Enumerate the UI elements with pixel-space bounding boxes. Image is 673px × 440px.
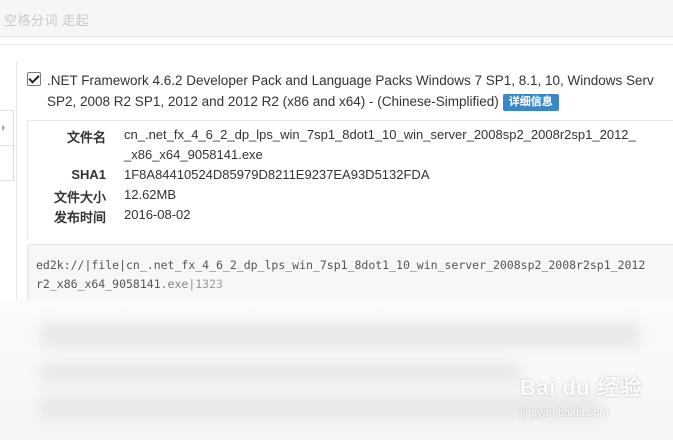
details-button[interactable]: 详细信息: [502, 94, 559, 111]
baidu-watermark: Bai du 经验 jingyan.baidu.com: [520, 370, 670, 432]
blurred-block: [40, 322, 640, 348]
file-info-panel: 文件名 cn_.net_fx_4_6_2_dp_lps_win_7sp1_8do…: [27, 120, 673, 239]
header-divider: [0, 44, 673, 45]
blurred-block: [40, 396, 600, 420]
top-header: 空格分词 走起: [0, 0, 673, 37]
download-item: .NET Framework 4.6.2 Developer Pack and …: [16, 62, 673, 322]
item-checkbox[interactable]: [27, 72, 41, 86]
blurred-block: [40, 362, 520, 384]
ed2k-link-line1[interactable]: ed2k://|file|cn_.net_fx_4_6_2_dp_lps_win…: [36, 258, 645, 272]
filename-value-line2: _x86_x64_9058141.exe: [124, 147, 263, 162]
sha1-value: 1F8A84410524D85979D8211E9237EA93D5132FDA: [124, 167, 430, 182]
size-label: 文件大小: [53, 190, 106, 205]
sidebar-partial-icon: ◗: [0, 122, 7, 134]
item-title: .NET Framework 4.6.2 Developer Pack and …: [47, 70, 673, 112]
item-title-line1: .NET Framework 4.6.2 Developer Pack and …: [47, 73, 654, 88]
sha1-label: SHA1: [71, 167, 106, 182]
link-blur-overlay: [158, 273, 673, 295]
date-value: 2016-08-02: [124, 207, 191, 222]
item-title-line2: SP2, 2008 R2 SP1, 2012 and 2012 R2 (x86 …: [47, 94, 499, 109]
header-title: 空格分词 走起: [4, 13, 90, 28]
left-sidebar: [0, 110, 14, 181]
date-label: 发布时间: [53, 210, 106, 225]
ed2k-link-box[interactable]: ed2k://|file|cn_.net_fx_4_6_2_dp_lps_win…: [27, 244, 673, 304]
filename-label: 文件名: [66, 130, 106, 145]
size-value: 12.62MB: [124, 187, 177, 202]
filename-value-line1: cn_.net_fx_4_6_2_dp_lps_win_7sp1_8dot1_1…: [124, 127, 636, 142]
watermark-url: jingyan.baidu.com: [520, 407, 609, 419]
page: 空格分词 走起 ◗ .NET Framework 4.6.2 Developer…: [0, 0, 673, 440]
sidebar-cell[interactable]: [0, 146, 13, 181]
watermark-logo-text: Bai du 经验: [520, 375, 642, 400]
